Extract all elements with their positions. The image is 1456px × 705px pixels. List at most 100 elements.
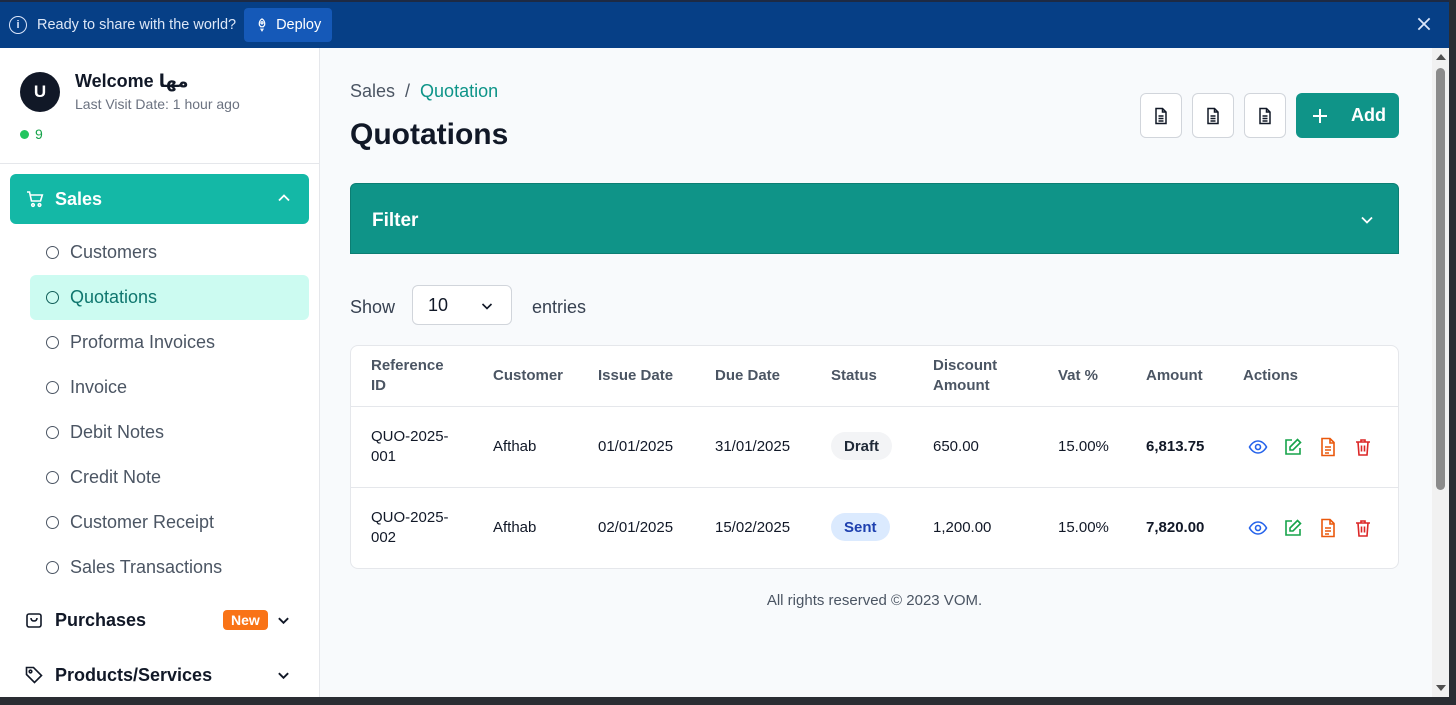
- vat-cell: 15.00%: [1058, 438, 1109, 455]
- export-button-3[interactable]: [1244, 93, 1286, 138]
- pdf-document-icon[interactable]: [1318, 437, 1338, 457]
- circle-icon: [46, 246, 59, 259]
- circle-icon: [46, 291, 59, 304]
- eye-icon[interactable]: [1248, 518, 1268, 538]
- column-header-amount[interactable]: Amount: [1146, 366, 1203, 386]
- sidebar-item-customer-receipt[interactable]: Customer Receipt: [30, 500, 309, 545]
- due-date-cell: 15/02/2025: [715, 519, 791, 536]
- amount-cell: 6,813.75: [1146, 438, 1205, 455]
- ref-id-cell[interactable]: QUO-2025- 001: [371, 427, 449, 467]
- circle-icon: [46, 381, 59, 394]
- sidebar-item-sales[interactable]: Sales: [10, 174, 309, 224]
- rocket-icon: [258, 18, 266, 32]
- deploy-banner: i Ready to share with the world? Deploy: [0, 0, 1449, 48]
- chevron-down-icon: [278, 672, 289, 680]
- quotations-table: Reference ID Customer Issue Date Due Dat…: [350, 345, 1399, 569]
- scrollbar-thumb[interactable]: [1436, 68, 1445, 490]
- pdf-document-icon[interactable]: [1318, 518, 1338, 538]
- document-icon: [1259, 107, 1271, 124]
- row-divider: [351, 487, 1398, 488]
- sidebar-item-label: Invoice: [70, 377, 128, 397]
- circle-icon: [46, 471, 59, 484]
- sidebar-item-label: Credit Note: [70, 467, 162, 487]
- scroll-down-arrow-icon[interactable]: [1436, 685, 1446, 691]
- column-header-vat[interactable]: Vat %: [1058, 366, 1098, 386]
- scrollbar[interactable]: [1432, 48, 1449, 697]
- document-icon: [1155, 107, 1167, 124]
- sidebar-item-label: Debit Notes: [70, 422, 165, 442]
- add-label: Add: [1351, 105, 1386, 125]
- filter-label: Filter: [372, 210, 419, 231]
- add-quotation-button[interactable]: Add: [1296, 93, 1399, 138]
- entries-select[interactable]: 10: [412, 285, 512, 325]
- shopping-bag-icon: [26, 613, 42, 628]
- export-button-1[interactable]: [1140, 93, 1182, 138]
- issue-date-cell: 02/01/2025: [598, 519, 674, 536]
- entries-value: 10: [428, 294, 449, 315]
- sidebar-item-purchases[interactable]: Purchases New: [24, 605, 294, 635]
- filter-panel-header[interactable]: Filter: [350, 183, 1399, 254]
- app-window: i Ready to share with the world? Deploy …: [0, 0, 1449, 697]
- sidebar-item-label: Proforma Invoices: [70, 332, 216, 352]
- document-icon: [1207, 107, 1219, 124]
- trash-icon[interactable]: [1353, 518, 1373, 538]
- discount-cell: 1,200.00: [933, 519, 992, 536]
- customer-cell: Afthab: [493, 438, 537, 455]
- trash-icon[interactable]: [1353, 437, 1373, 457]
- breadcrumb: Sales / Quotation: [350, 81, 498, 102]
- banner-message: Ready to share with the world?: [37, 17, 237, 33]
- header-divider: [351, 406, 1398, 407]
- due-date-cell: 31/01/2025: [715, 438, 791, 455]
- column-header-status[interactable]: Status: [831, 366, 877, 386]
- sidebar-item-label: Quotations: [70, 287, 158, 307]
- sidebar-item-credit-note[interactable]: Credit Note: [30, 455, 309, 500]
- deploy-button[interactable]: Deploy: [244, 8, 333, 42]
- column-header-issue-date[interactable]: Issue Date: [598, 366, 673, 386]
- new-badge: New: [223, 610, 268, 630]
- breadcrumb-separator: /: [405, 81, 411, 101]
- sidebar-item-sales-transactions[interactable]: Sales Transactions: [30, 545, 309, 590]
- page-title: Quotations: [350, 118, 509, 151]
- status-badge: Sent: [831, 513, 890, 541]
- online-dot-icon: [20, 129, 29, 139]
- column-header-due-date[interactable]: Due Date: [715, 366, 780, 386]
- edit-icon[interactable]: [1283, 518, 1303, 538]
- column-header-actions: Actions: [1243, 367, 1299, 384]
- discount-cell: 650.00: [933, 438, 979, 455]
- sidebar-item-label: Sales Transactions: [70, 557, 223, 577]
- column-header-discount-amount[interactable]: Discount Amount: [933, 356, 1023, 396]
- circle-icon: [46, 516, 59, 529]
- sidebar-item-quotations[interactable]: Quotations: [30, 275, 309, 320]
- show-label: Show: [350, 297, 396, 317]
- sidebar-item-invoice[interactable]: Invoice: [30, 365, 309, 410]
- customer-cell: Afthab: [493, 519, 537, 536]
- sidebar-item-label: Customers: [70, 242, 158, 262]
- column-header-customer[interactable]: Customer: [493, 366, 563, 386]
- sidebar-item-proforma-invoices[interactable]: Proforma Invoices: [30, 320, 309, 365]
- breadcrumb-current: Quotation: [420, 81, 499, 101]
- sidebar-item-label: Products/Services: [55, 664, 213, 685]
- avatar[interactable]: U: [20, 72, 60, 112]
- sidebar-item-label: Sales: [55, 188, 103, 209]
- last-visit-text: Last Visit Date: 1 hour ago: [75, 96, 240, 112]
- online-indicator: 9: [20, 126, 43, 142]
- main-content: Sales / Quotation Quotations Add Filter Sh…: [320, 48, 1432, 697]
- welcome-text: Welcome مها: [75, 71, 189, 91]
- close-icon[interactable]: [1415, 15, 1433, 33]
- breadcrumb-parent[interactable]: Sales: [350, 81, 395, 101]
- sidebar-item-debit-notes[interactable]: Debit Notes: [30, 410, 309, 455]
- edit-icon[interactable]: [1283, 437, 1303, 457]
- column-header-reference-id[interactable]: Reference ID: [371, 356, 461, 396]
- sidebar-item-customers[interactable]: Customers: [30, 230, 309, 275]
- chevron-up-icon: [278, 194, 290, 202]
- plus-icon: [1313, 108, 1327, 123]
- sidebar-item-products-services[interactable]: Products/Services: [24, 660, 294, 690]
- info-icon: i: [9, 16, 27, 34]
- chevron-down-icon: [278, 617, 289, 625]
- online-count: 9: [35, 126, 43, 142]
- ref-id-cell[interactable]: QUO-2025- 002: [371, 508, 449, 548]
- scroll-up-arrow-icon[interactable]: [1436, 54, 1446, 60]
- eye-icon[interactable]: [1248, 437, 1268, 457]
- export-button-2[interactable]: [1192, 93, 1234, 138]
- sidebar-item-label: Purchases: [55, 609, 147, 630]
